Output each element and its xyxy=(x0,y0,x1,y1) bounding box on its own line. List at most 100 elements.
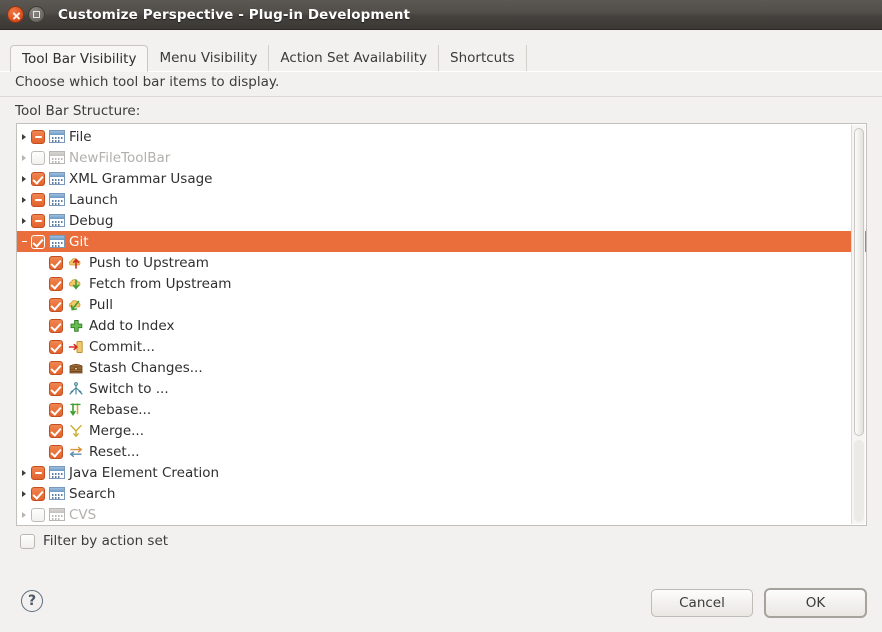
row-checkbox[interactable] xyxy=(49,402,63,417)
tree-row[interactable]: Reset... xyxy=(17,441,866,462)
row-checkbox[interactable] xyxy=(49,276,63,291)
tree-row[interactable]: Add to Index xyxy=(17,315,866,336)
toolbar-icon xyxy=(49,235,65,248)
row-checkbox[interactable] xyxy=(49,255,63,270)
tab-bar: Tool Bar Visibility Menu Visibility Action… xyxy=(10,44,527,72)
toolbar-icon xyxy=(49,466,65,479)
tree-row[interactable]: CVS xyxy=(17,504,866,525)
tree-row[interactable]: Debug xyxy=(17,210,866,231)
tree-row-label: Switch to ... xyxy=(89,380,169,397)
row-checkbox[interactable] xyxy=(31,486,45,501)
toolbar-icon xyxy=(49,193,65,206)
tree-row[interactable]: NewFileToolBar xyxy=(17,147,866,168)
tree-row-label: Merge... xyxy=(89,422,145,439)
tree-rows: File NewFileToolBar XML Grammar Usage Launc… xyxy=(17,126,866,525)
ok-button[interactable]: OK xyxy=(764,588,867,618)
tree-expand-arrow-icon[interactable] xyxy=(17,126,31,147)
tree-row-label: Git xyxy=(69,233,89,250)
tree-row-label: Search xyxy=(69,485,116,502)
tree-expand-arrow-icon[interactable] xyxy=(17,147,31,168)
tree-collapse-arrow-icon[interactable] xyxy=(17,231,31,252)
tree-row-label: File xyxy=(69,128,92,145)
tree-row-label: Commit... xyxy=(89,338,155,355)
row-checkbox[interactable] xyxy=(31,234,45,249)
tab-shortcuts[interactable]: Shortcuts xyxy=(439,45,527,72)
row-checkbox[interactable] xyxy=(31,192,45,207)
tree-row[interactable]: Stash Changes... xyxy=(17,357,866,378)
row-checkbox[interactable] xyxy=(49,360,63,375)
window-title: Customize Perspective - Plug-in Developm… xyxy=(58,6,411,23)
tree-row-label: Reset... xyxy=(89,443,140,460)
row-checkbox[interactable] xyxy=(31,150,45,165)
tree-row[interactable]: File xyxy=(17,126,866,147)
tree-row[interactable]: Pull xyxy=(17,294,866,315)
window-controls xyxy=(7,6,45,23)
tree-row[interactable]: Switch to ... xyxy=(17,378,866,399)
row-checkbox[interactable] xyxy=(31,507,45,522)
row-checkbox[interactable] xyxy=(31,213,45,228)
tree-row[interactable]: Fetch from Upstream xyxy=(17,273,866,294)
tree-expand-arrow-icon[interactable] xyxy=(17,189,31,210)
tree-row-label: Stash Changes... xyxy=(89,359,203,376)
row-checkbox[interactable] xyxy=(49,444,63,459)
tool-bar-structure-tree[interactable]: File NewFileToolBar XML Grammar Usage Launc… xyxy=(16,123,867,526)
row-checkbox[interactable] xyxy=(31,465,45,480)
tree-row-label: Push to Upstream xyxy=(89,254,209,271)
row-checkbox[interactable] xyxy=(49,297,63,312)
tree-row[interactable]: Launch xyxy=(17,189,866,210)
customize-perspective-dialog: Customize Perspective - Plug-in Developm… xyxy=(0,0,882,632)
tree-row-label: Rebase... xyxy=(89,401,152,418)
tree-row[interactable]: Merge... xyxy=(17,420,866,441)
tree-expand-arrow-icon[interactable] xyxy=(17,462,31,483)
tree-label: Tool Bar Structure: xyxy=(15,103,141,119)
row-checkbox[interactable] xyxy=(49,339,63,354)
tree-row-label: Fetch from Upstream xyxy=(89,275,232,292)
row-checkbox[interactable] xyxy=(49,423,63,438)
scrollbar-thumb[interactable] xyxy=(854,128,864,436)
maximize-icon[interactable] xyxy=(28,6,45,23)
tree-row[interactable]: Commit... xyxy=(17,336,866,357)
tab-action-set-availability[interactable]: Action Set Availability xyxy=(269,45,440,72)
tree-row[interactable]: XML Grammar Usage xyxy=(17,168,866,189)
tree-expand-arrow-icon[interactable] xyxy=(17,210,31,231)
filter-by-action-set-checkbox[interactable] xyxy=(20,533,35,549)
tree-row-label: Add to Index xyxy=(89,317,175,334)
toolbar-icon xyxy=(49,130,65,143)
tree-row[interactable]: Push to Upstream xyxy=(17,252,866,273)
close-icon[interactable] xyxy=(7,6,24,23)
tree-row-label: Launch xyxy=(69,191,118,208)
filter-by-action-set-row[interactable]: Filter by action set xyxy=(20,533,168,549)
tab-menu-visibility[interactable]: Menu Visibility xyxy=(148,45,270,72)
scrollbar-track[interactable] xyxy=(854,440,864,522)
tree-row-label: Debug xyxy=(69,212,114,229)
tree-row[interactable]: Git xyxy=(17,231,866,252)
cancel-button[interactable]: Cancel xyxy=(651,589,753,617)
tree-row[interactable]: Java Element Creation xyxy=(17,462,866,483)
help-icon[interactable]: ? xyxy=(21,590,43,612)
tree-scrollbar[interactable] xyxy=(851,125,865,524)
tree-row-label: Pull xyxy=(89,296,113,313)
tree-row[interactable]: Search xyxy=(17,483,866,504)
tree-expand-arrow-icon[interactable] xyxy=(17,504,31,525)
tree-row[interactable]: Rebase... xyxy=(17,399,866,420)
tab-tool-bar-visibility[interactable]: Tool Bar Visibility xyxy=(10,45,149,72)
row-checkbox[interactable] xyxy=(49,318,63,333)
commit-icon xyxy=(67,339,85,355)
stash-icon xyxy=(67,360,85,376)
toolbar-icon xyxy=(49,214,65,227)
tree-expand-arrow-icon[interactable] xyxy=(17,168,31,189)
row-checkbox[interactable] xyxy=(49,381,63,396)
row-checkbox[interactable] xyxy=(31,171,45,186)
tree-row-label: XML Grammar Usage xyxy=(69,170,213,187)
add-icon xyxy=(67,318,85,334)
tree-expand-arrow-icon[interactable] xyxy=(17,483,31,504)
filter-by-action-set-label: Filter by action set xyxy=(43,533,169,549)
row-checkbox[interactable] xyxy=(31,129,45,144)
